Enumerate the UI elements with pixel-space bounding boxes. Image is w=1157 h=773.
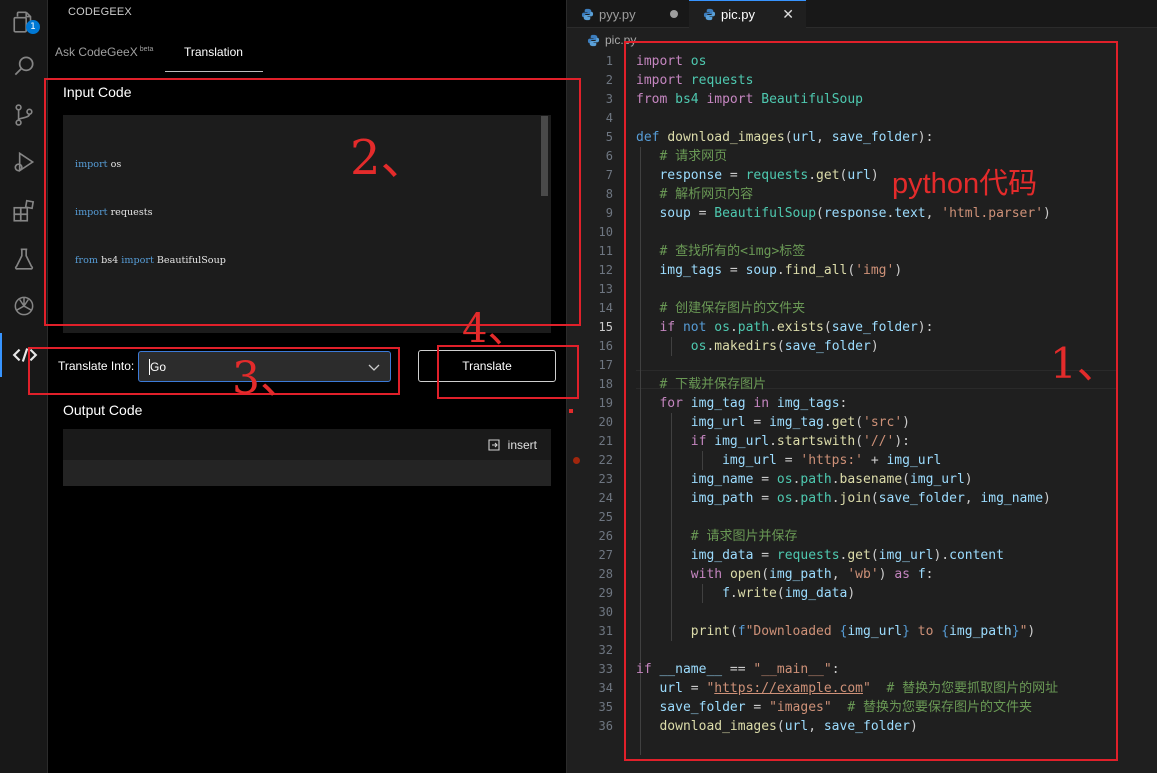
extensions-icon[interactable] — [0, 189, 48, 233]
annotation-number-1: 1、 — [1050, 339, 1119, 388]
line-number[interactable]: 28 — [567, 565, 613, 584]
output-code-area[interactable] — [63, 460, 551, 486]
files-icon[interactable] — [0, 0, 48, 44]
line-number[interactable]: 31 — [567, 622, 613, 641]
python-file-icon — [587, 34, 600, 46]
tab-label: pyy.py — [599, 6, 636, 22]
panel-title: CODEGEEX — [68, 6, 132, 18]
line-number[interactable]: 26 — [567, 527, 613, 546]
annotation-box-input — [44, 78, 581, 326]
line-number[interactable]: 32 — [567, 641, 613, 660]
breakpoint-icon[interactable] — [573, 457, 580, 464]
annotation-dot — [569, 409, 573, 413]
active-tab-indicator — [165, 71, 263, 72]
explorer-badge: 1 — [26, 20, 40, 34]
source-control-icon[interactable] — [0, 93, 48, 137]
panel-tabs: Ask CodeGeeX beta Translation — [48, 36, 566, 74]
unsaved-dot-icon[interactable] — [670, 10, 678, 18]
output-code-label: Output Code — [63, 402, 143, 418]
line-number[interactable]: 24 — [567, 489, 613, 508]
line-number[interactable]: 23 — [567, 470, 613, 489]
line-number[interactable]: 34 — [567, 679, 613, 698]
insert-button[interactable]: insert — [488, 438, 537, 452]
line-number[interactable]: 33 — [567, 660, 613, 679]
line-number[interactable]: 30 — [567, 603, 613, 622]
testing-icon[interactable] — [0, 237, 48, 281]
line-number[interactable]: 20 — [567, 413, 613, 432]
python-code-annotation: python代码 — [892, 168, 1038, 200]
output-code-box: insert — [63, 429, 551, 486]
line-number[interactable]: 21 — [567, 432, 613, 451]
tab-pic-py[interactable]: pic.py ✕ — [689, 0, 806, 28]
line-number[interactable]: 1 — [567, 52, 613, 71]
annotation-number-4: 4、 — [462, 306, 528, 352]
annotation-number-3: 3、 — [232, 353, 304, 404]
line-number[interactable]: 36 — [567, 717, 613, 736]
annotation-box-language — [28, 347, 400, 395]
editor-tab-bar: pyy.py pic.py ✕ — [567, 0, 1157, 28]
python-file-icon — [703, 8, 716, 21]
openai-icon[interactable] — [0, 284, 48, 328]
insert-label: insert — [507, 438, 537, 452]
search-icon[interactable] — [0, 44, 48, 88]
line-number[interactable]: 25 — [567, 508, 613, 527]
annotation-box-editor — [624, 41, 1118, 761]
tab-label: pic.py — [721, 7, 755, 22]
python-file-icon — [581, 8, 594, 20]
line-number[interactable]: 27 — [567, 546, 613, 565]
tab-ask-codegeex[interactable]: Ask CodeGeeX beta — [55, 45, 153, 59]
tab-translation[interactable]: Translation — [184, 45, 243, 59]
insert-icon — [488, 439, 500, 451]
line-number[interactable]: 35 — [567, 698, 613, 717]
tab-pyy-py[interactable]: pyy.py — [567, 0, 688, 28]
close-icon[interactable]: ✕ — [782, 6, 794, 23]
line-number[interactable]: 29 — [567, 584, 613, 603]
output-toolbar: insert — [63, 429, 551, 460]
run-debug-icon[interactable] — [0, 140, 48, 184]
annotation-number-2: 2、 — [350, 130, 429, 186]
